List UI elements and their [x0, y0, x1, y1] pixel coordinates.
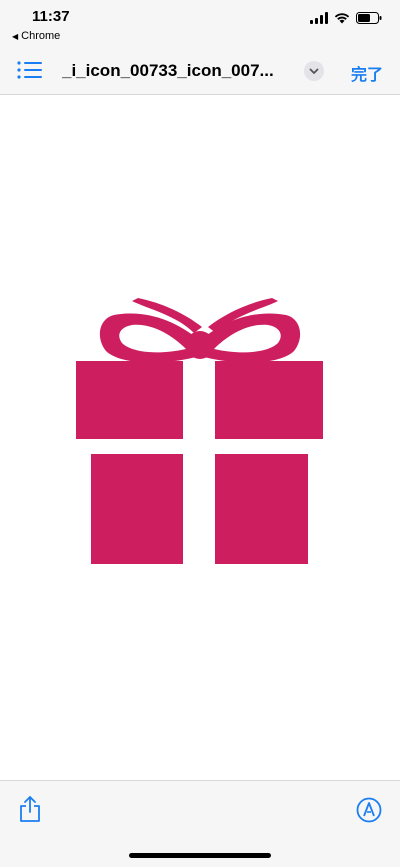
markup-pen-icon [356, 797, 382, 823]
back-to-app-link[interactable]: ◀ Chrome [12, 30, 60, 42]
wifi-icon [334, 13, 350, 24]
status-time: 11:37 [32, 8, 70, 25]
back-triangle-icon: ◀ [12, 31, 19, 41]
status-icons [310, 12, 382, 24]
title-menu-button[interactable] [304, 61, 324, 81]
navigation-bar: _i_icon_00733_icon_007... 完了 [0, 48, 400, 95]
bottom-toolbar [0, 780, 400, 867]
status-bar: 11:37 ◀ Chrome [0, 0, 400, 48]
home-indicator[interactable] [129, 853, 271, 858]
back-app-label: Chrome [21, 30, 61, 42]
cellular-signal-icon [310, 12, 328, 24]
share-button[interactable] [18, 795, 42, 823]
list-view-button[interactable] [16, 58, 44, 82]
battery-icon [356, 12, 382, 24]
share-icon [20, 796, 40, 822]
gift-icon [76, 298, 323, 564]
preview-area [0, 95, 400, 779]
list-icon [17, 61, 42, 79]
done-button[interactable]: 完了 [351, 61, 383, 85]
document-title: _i_icon_00733_icon_007... [62, 61, 274, 80]
chevron-down-icon [309, 68, 319, 74]
markup-button[interactable] [356, 797, 382, 823]
